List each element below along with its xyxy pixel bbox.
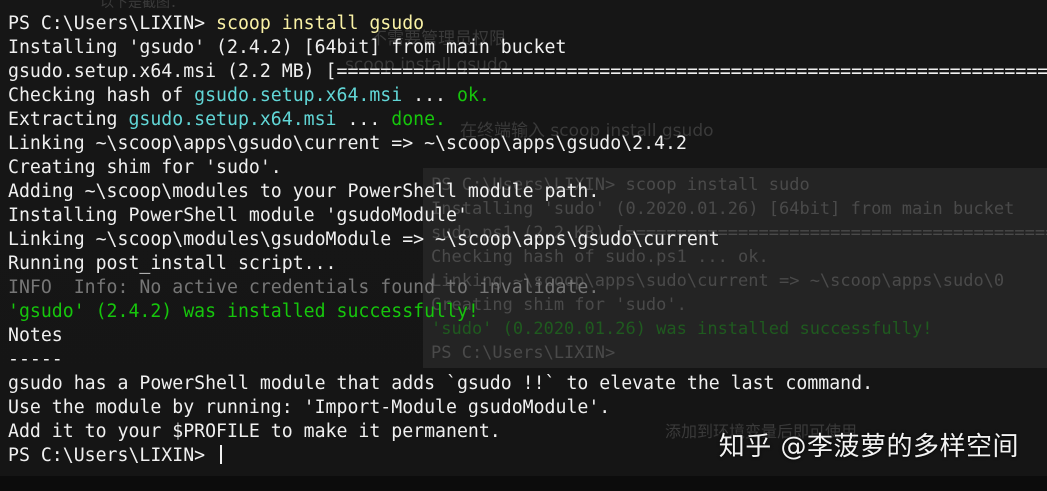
output-line: Linking ~\scoop\apps\gsudo\current => ~\… — [8, 133, 687, 154]
prompt: PS C:\Users\LIXIN> — [8, 13, 217, 34]
notes-heading: Notes — [8, 325, 63, 346]
window-bottom-edge — [0, 476, 1047, 491]
output-line: Creating shim for 'sudo'. — [8, 157, 282, 178]
filename-text: gsudo.setup.x64.msi — [194, 85, 403, 106]
output-line: Installing PowerShell module 'gsudoModul… — [8, 205, 468, 226]
extract-line: Extracting gsudo.setup.x64.msi ... done. — [8, 108, 446, 132]
status-done: done. — [391, 109, 446, 130]
powershell-terminal[interactable]: PS C:\Users\LIXIN> scoop install gsudo I… — [0, 0, 1047, 491]
output-line: Linking ~\scoop\modules\gsudoModule => ~… — [8, 229, 720, 250]
text-cursor — [220, 445, 223, 464]
notes-line: gsudo has a PowerShell module that adds … — [8, 373, 874, 394]
output-text: ... — [336, 109, 392, 130]
notes-line: Use the module by running: 'Import-Modul… — [8, 397, 611, 418]
output-text: ... — [402, 85, 457, 106]
output-text: Checking hash of — [8, 85, 195, 106]
output-line: Running post_install script... — [8, 253, 337, 274]
hash-check-line: Checking hash of gsudo.setup.x64.msi ...… — [8, 84, 490, 108]
info-line: INFO Info: No active credentials found t… — [8, 277, 600, 298]
prompt-line: PS C:\Users\LIXIN> scoop install gsudo — [8, 12, 424, 36]
command-text: scoop install gsudo — [216, 13, 425, 34]
prompt: PS C:\Users\LIXIN> — [8, 445, 217, 466]
final-prompt-line[interactable]: PS C:\Users\LIXIN> — [8, 444, 223, 468]
success-line: 'gsudo' (2.4.2) was installed successful… — [8, 301, 479, 322]
zhihu-watermark: 知乎 @李菠萝的多样空间 — [718, 432, 1019, 462]
download-progress-line: gsudo.setup.x64.msi (2.2 MB) [==========… — [8, 61, 1047, 82]
output-line: Adding ~\scoop\modules to your PowerShel… — [8, 181, 600, 202]
output-line: Installing 'gsudo' (2.4.2) [64bit] from … — [8, 37, 567, 58]
notes-line: Add it to your $PROFILE to make it perma… — [8, 421, 501, 442]
filename-text: gsudo.setup.x64.msi — [128, 109, 337, 130]
notes-divider: ----- — [8, 349, 63, 370]
output-text: Extracting — [8, 109, 129, 130]
status-ok: ok. — [456, 85, 490, 106]
